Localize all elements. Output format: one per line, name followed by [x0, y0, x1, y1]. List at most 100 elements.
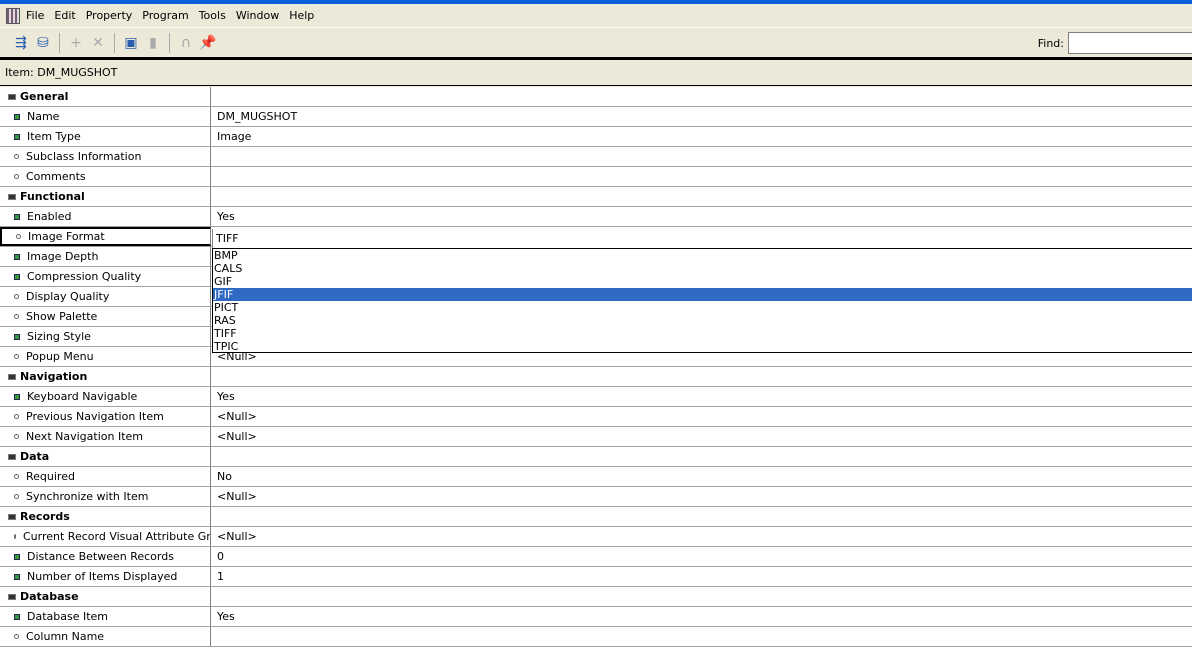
property-value-cell[interactable] — [211, 507, 1192, 526]
collapse-tree-icon[interactable]: ⛁ — [32, 32, 54, 54]
property-value-cell[interactable] — [211, 167, 1192, 186]
expand-tree-icon[interactable]: ⇶ — [10, 32, 32, 54]
property-name-cell[interactable]: Synchronize with Item — [0, 487, 211, 506]
property-row[interactable]: Name DM_MUGSHOT — [0, 107, 1192, 127]
property-value-cell[interactable] — [211, 587, 1192, 606]
dropdown-option[interactable]: JFIF — [213, 288, 1192, 301]
property-value-cell[interactable]: Image — [211, 127, 1192, 146]
property-row[interactable]: Comments — [0, 167, 1192, 187]
property-name-cell[interactable]: Records — [0, 507, 211, 526]
property-value-cell[interactable] — [211, 367, 1192, 386]
property-name-cell[interactable]: Name — [0, 107, 211, 126]
property-row[interactable]: Column Name — [0, 627, 1192, 647]
category-row[interactable]: Navigation — [0, 367, 1192, 387]
property-value-cell[interactable]: <Null> — [211, 487, 1192, 506]
property-name-cell[interactable]: Column Name — [0, 627, 211, 646]
dropdown-option[interactable]: GIF — [213, 275, 1192, 288]
property-name-cell[interactable]: Sizing Style — [0, 327, 211, 346]
property-value-cell[interactable]: 0 — [211, 547, 1192, 566]
property-name-cell[interactable]: Enabled — [0, 207, 211, 226]
dropdown-option[interactable]: RAS — [213, 314, 1192, 327]
property-row[interactable]: Number of Items Displayed 1 — [0, 567, 1192, 587]
property-name-cell[interactable]: Distance Between Records — [0, 547, 211, 566]
image-format-dropdown-list[interactable]: BMP CALS GIF JFIF PICT RAS TIFF TPIC — [212, 248, 1192, 353]
property-row[interactable]: Synchronize with Item <Null> — [0, 487, 1192, 507]
paste-properties-icon[interactable]: ▮ — [142, 32, 164, 54]
menu-tools[interactable]: Tools — [199, 9, 226, 22]
dropdown-option[interactable]: BMP — [213, 249, 1192, 262]
menu-window[interactable]: Window — [236, 9, 279, 22]
property-value-cell[interactable] — [211, 147, 1192, 166]
collapse-icon[interactable] — [8, 513, 16, 520]
property-value-cell[interactable] — [211, 187, 1192, 206]
property-row[interactable]: Item Type Image — [0, 127, 1192, 147]
dropdown-option[interactable]: TPIC — [213, 340, 1192, 353]
property-value-cell[interactable]: No — [211, 467, 1192, 486]
property-name-cell[interactable]: Item Type — [0, 127, 211, 146]
property-value-cell[interactable] — [211, 447, 1192, 466]
collapse-icon[interactable] — [8, 93, 16, 100]
property-name-cell[interactable]: Keyboard Navigable — [0, 387, 211, 406]
category-row[interactable]: Database — [0, 587, 1192, 607]
property-value-cell[interactable]: 1 — [211, 567, 1192, 586]
property-name-cell[interactable]: Required — [0, 467, 211, 486]
category-row[interactable]: General — [0, 87, 1192, 107]
property-name-cell[interactable]: General — [0, 87, 211, 106]
property-name-cell[interactable]: Database Item — [0, 607, 211, 626]
collapse-icon[interactable] — [8, 193, 16, 200]
property-name-cell[interactable]: Image Format — [0, 227, 211, 246]
property-row[interactable]: Previous Navigation Item <Null> — [0, 407, 1192, 427]
property-name-cell[interactable]: Current Record Visual Attribute Group — [0, 527, 211, 546]
collapse-icon[interactable] — [8, 453, 16, 460]
property-value-cell[interactable]: <Null> — [211, 527, 1192, 546]
property-name-cell[interactable]: Database — [0, 587, 211, 606]
property-name-cell[interactable]: Comments — [0, 167, 211, 186]
collapse-icon[interactable] — [8, 593, 16, 600]
property-value-cell[interactable]: <Null> — [211, 427, 1192, 446]
image-format-value-input[interactable]: TIFF — [212, 229, 1192, 248]
property-value-cell[interactable] — [211, 87, 1192, 106]
property-value-cell[interactable]: Yes — [211, 207, 1192, 226]
category-row[interactable]: Functional — [0, 187, 1192, 207]
add-property-icon[interactable]: + — [65, 32, 87, 54]
property-row[interactable]: Current Record Visual Attribute Group <Nu… — [0, 527, 1192, 547]
copy-properties-icon[interactable]: ▣ — [120, 32, 142, 54]
property-name-cell[interactable]: Display Quality — [0, 287, 211, 306]
property-name-cell[interactable]: Number of Items Displayed — [0, 567, 211, 586]
property-row[interactable]: Database Item Yes — [0, 607, 1192, 627]
property-value-cell[interactable]: Yes — [211, 387, 1192, 406]
property-name-cell[interactable]: Show Palette — [0, 307, 211, 326]
property-value-cell[interactable]: DM_MUGSHOT — [211, 107, 1192, 126]
dropdown-option[interactable]: TIFF — [213, 327, 1192, 340]
category-row[interactable]: Records — [0, 507, 1192, 527]
intersection-icon[interactable]: ∩ — [175, 32, 197, 54]
dropdown-option[interactable]: PICT — [213, 301, 1192, 314]
category-row[interactable]: Data — [0, 447, 1192, 467]
property-value-cell[interactable]: <Null> — [211, 407, 1192, 426]
property-name-cell[interactable]: Functional — [0, 187, 211, 206]
menu-program[interactable]: Program — [142, 9, 188, 22]
property-value-cell[interactable] — [211, 627, 1192, 646]
property-row[interactable]: Keyboard Navigable Yes — [0, 387, 1192, 407]
delete-property-icon[interactable]: ✕ — [87, 32, 109, 54]
menu-file[interactable]: File — [26, 9, 44, 22]
dropdown-option[interactable]: CALS — [213, 262, 1192, 275]
property-name-cell[interactable]: Subclass Information — [0, 147, 211, 166]
property-row[interactable]: Required No — [0, 467, 1192, 487]
property-name-cell[interactable]: Previous Navigation Item — [0, 407, 211, 426]
app-icon[interactable] — [6, 7, 20, 24]
property-name-cell[interactable]: Compression Quality — [0, 267, 211, 286]
menu-property[interactable]: Property — [86, 9, 133, 22]
property-row[interactable]: Distance Between Records 0 — [0, 547, 1192, 567]
property-row[interactable]: Enabled Yes — [0, 207, 1192, 227]
property-row[interactable]: Subclass Information — [0, 147, 1192, 167]
property-name-cell[interactable]: Navigation — [0, 367, 211, 386]
property-name-cell[interactable]: Image Depth — [0, 247, 211, 266]
menu-edit[interactable]: Edit — [54, 9, 75, 22]
property-name-cell[interactable]: Data — [0, 447, 211, 466]
property-name-cell[interactable]: Next Navigation Item — [0, 427, 211, 446]
find-input[interactable] — [1068, 32, 1192, 54]
pin-icon[interactable]: 📌 — [197, 32, 219, 54]
property-row[interactable]: Next Navigation Item <Null> — [0, 427, 1192, 447]
menu-help[interactable]: Help — [289, 9, 314, 22]
